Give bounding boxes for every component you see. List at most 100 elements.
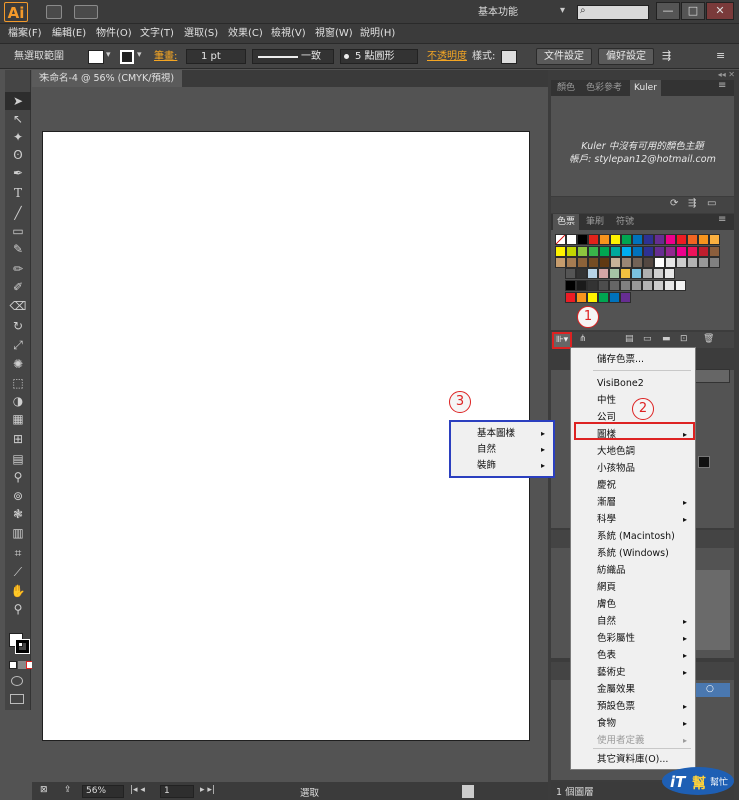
swatch-chip[interactable] — [653, 268, 664, 279]
direct-selection-tool-icon[interactable]: ↖ — [5, 110, 31, 128]
target-icon[interactable]: ○ — [706, 684, 714, 694]
swatch-library-item[interactable]: 大地色調 — [571, 443, 695, 460]
refresh-icon[interactable]: ⟳ — [670, 198, 678, 209]
swatch-chip[interactable] — [577, 234, 588, 245]
arrange-icon[interactable]: ⇶ — [662, 49, 671, 62]
tab-color-guide[interactable]: 色彩參考 — [582, 80, 626, 96]
swatch-chip[interactable] — [675, 280, 686, 291]
stroke-color-box[interactable] — [15, 639, 30, 654]
symbol-sprayer-tool-icon[interactable]: ❃ — [5, 505, 31, 523]
pencil-tool-icon[interactable]: ✏ — [5, 260, 31, 278]
swatch-chip[interactable] — [577, 257, 588, 268]
folder-icon[interactable]: ▬ — [662, 334, 671, 344]
swatch-chip[interactable] — [565, 268, 576, 279]
new-swatch-icon[interactable]: ⊡ — [680, 334, 688, 344]
blend-tool-icon[interactable]: ⊚ — [5, 487, 31, 505]
swatch-chip[interactable] — [598, 280, 609, 291]
swatch-chip[interactable] — [698, 234, 709, 245]
swatch-library-item[interactable]: 小孩物品 — [571, 460, 695, 477]
next-page-icon[interactable]: ▸ ▸| — [200, 785, 215, 795]
swatch-library-item[interactable]: 系統 (Windows) — [571, 545, 695, 562]
screen-mode-icon[interactable] — [10, 694, 24, 704]
hand-tool-icon[interactable]: ✋ — [5, 582, 31, 600]
tab-brushes[interactable]: 筆刷 — [582, 214, 608, 230]
fill-swatch[interactable] — [88, 50, 104, 64]
blob-brush-tool-icon[interactable]: ✐ — [5, 278, 31, 296]
kuler-browse-icon[interactable]: ▭ — [707, 198, 716, 209]
zoom-field[interactable]: 56% — [82, 785, 124, 798]
swatch-chip[interactable] — [676, 257, 687, 268]
swatch-chip[interactable] — [577, 246, 588, 257]
share-icon[interactable]: ⇪ — [64, 785, 72, 795]
swatch-chip[interactable] — [709, 257, 720, 268]
arrange-documents-icon[interactable] — [74, 5, 98, 19]
rectangle-tool-icon[interactable]: ▭ — [5, 222, 31, 240]
swatch-chip[interactable] — [643, 257, 654, 268]
artboard-tool-icon[interactable]: ⌗ — [5, 544, 31, 562]
swatch-chip[interactable] — [665, 257, 676, 268]
pattern-submenu-item[interactable]: 基本圖樣 ▸ — [451, 425, 553, 442]
swatch-library-item[interactable]: 科學 ▸ — [571, 511, 695, 528]
swatch-options-icon[interactable]: ▤ — [625, 334, 634, 344]
swatch-libraries-button[interactable]: ⊪▾ — [552, 332, 572, 349]
swatch-chip[interactable] — [555, 234, 566, 245]
bridge-icon[interactable] — [46, 5, 62, 19]
collapse-panels-icon[interactable]: ◂◂ ✕ — [555, 70, 735, 80]
type-tool-icon[interactable]: T — [5, 184, 31, 202]
panel-menu-icon[interactable]: ≡ — [716, 49, 725, 62]
swatch-chip[interactable] — [576, 292, 587, 303]
menu-effect[interactable]: 效果(C) — [228, 24, 263, 44]
swatch-chip[interactable] — [620, 280, 631, 291]
swatch-library-item[interactable]: 慶祝 — [571, 477, 695, 494]
swatch-library-item[interactable]: 網頁 — [571, 579, 695, 596]
slice-tool-icon[interactable]: ⟋ — [5, 563, 31, 581]
swatch-chip[interactable] — [621, 234, 632, 245]
menu-type[interactable]: 文字(T) — [140, 24, 174, 44]
magic-wand-tool-icon[interactable]: ✦ — [5, 128, 31, 146]
swatch-chip[interactable] — [709, 246, 720, 257]
gradient-tool-icon[interactable]: ▤ — [5, 450, 31, 468]
menu-help[interactable]: 說明(H) — [360, 24, 395, 44]
chevron-down-icon[interactable]: ▾ — [137, 50, 142, 60]
warp-tool-icon[interactable]: ✺ — [5, 355, 31, 373]
panel-menu-icon[interactable]: ≡ — [718, 80, 726, 91]
swatch-chip[interactable] — [566, 257, 577, 268]
swatch-chip[interactable] — [631, 280, 642, 291]
chevron-down-icon[interactable]: ▾ — [560, 5, 565, 16]
document-tab[interactable]: 未命名-4 @ 56% (CMYK/預視) — [32, 70, 182, 87]
swatch-chip[interactable] — [621, 246, 632, 257]
swatch-chip[interactable] — [687, 246, 698, 257]
swatch-chip[interactable] — [665, 234, 676, 245]
swatch-library-item[interactable]: VisiBone2 — [571, 375, 695, 392]
swatch-chip[interactable] — [598, 268, 609, 279]
swatch-library-item[interactable]: 色表 ▸ — [571, 647, 695, 664]
chevron-down-icon[interactable]: ▾ — [106, 50, 111, 60]
menu-file[interactable]: 檔案(F) — [8, 24, 42, 44]
pattern-submenu-item[interactable]: 裝飾 ▸ — [451, 457, 553, 474]
zoom-tool-icon[interactable]: ⚲ — [5, 600, 31, 618]
swatch-library-item[interactable]: 金屬效果 — [571, 681, 695, 698]
panel-select[interactable] — [690, 369, 730, 383]
swatch-chip[interactable] — [632, 246, 643, 257]
new-color-group-icon[interactable]: ▭ — [643, 334, 652, 344]
swatch-library-item[interactable]: 預設色票 ▸ — [571, 698, 695, 715]
swatch-chip[interactable] — [643, 246, 654, 257]
selection-tool-icon[interactable]: ➤ — [5, 92, 31, 110]
swatch-library-item[interactable]: 漸層 ▸ — [571, 494, 695, 511]
swatch-chip[interactable] — [687, 257, 698, 268]
stroke-weight-field[interactable]: 1 pt — [186, 49, 246, 64]
swatch-chip[interactable] — [642, 280, 653, 291]
stroke-label[interactable]: 筆畫: — [154, 50, 177, 64]
swatch-library-item[interactable]: 紡織品 — [571, 562, 695, 579]
swatch-chip[interactable] — [654, 257, 665, 268]
draw-mode-icon[interactable] — [11, 676, 23, 686]
swatch-chip[interactable] — [598, 292, 609, 303]
swatch-chip[interactable] — [610, 246, 621, 257]
rotate-tool-icon[interactable]: ↻ — [5, 317, 31, 335]
swatch-chip[interactable] — [654, 234, 665, 245]
swatch-chip[interactable] — [566, 234, 577, 245]
swatch-chip[interactable] — [599, 234, 610, 245]
swatch-library-item[interactable]: 色彩屬性 ▸ — [571, 630, 695, 647]
swatch-library-item[interactable]: 藝術史 ▸ — [571, 664, 695, 681]
swatch-library-item[interactable]: 膚色 — [571, 596, 695, 613]
